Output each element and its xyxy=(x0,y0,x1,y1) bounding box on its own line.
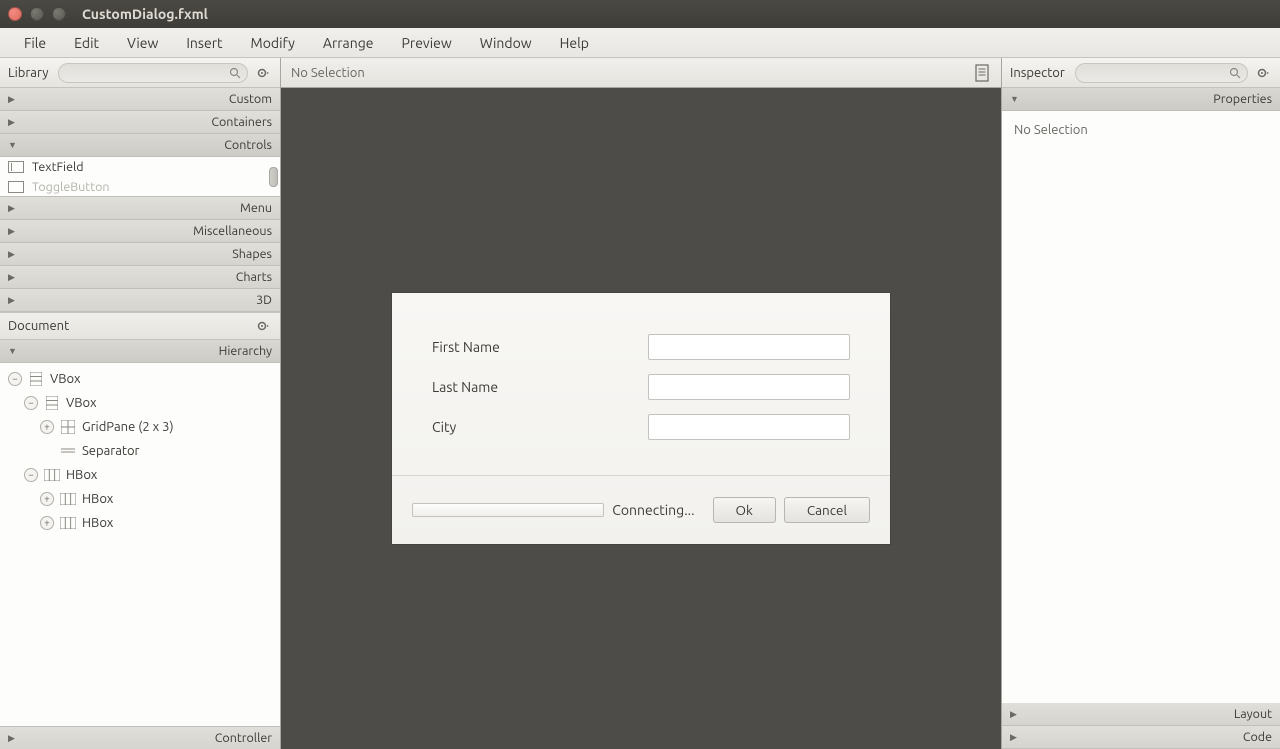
library-section-custom[interactable]: ▶Custom xyxy=(0,88,280,111)
tree-node-hbox-child2[interactable]: + HBox xyxy=(0,511,280,535)
last-name-field[interactable] xyxy=(648,374,850,400)
center-panel: No Selection First Name Last Name xyxy=(281,58,1001,749)
menu-arrange[interactable]: Arrange xyxy=(309,31,388,55)
menu-preview[interactable]: Preview xyxy=(388,31,466,55)
library-menu-button[interactable] xyxy=(254,64,272,82)
vbox-icon xyxy=(44,396,60,410)
hbox-icon xyxy=(60,492,76,506)
inspector-section-properties[interactable]: ▼Properties xyxy=(1002,88,1280,111)
progress-bar xyxy=(412,503,604,517)
expand-icon[interactable]: + xyxy=(40,492,54,506)
window-close-button[interactable] xyxy=(8,7,22,21)
inspector-body: No Selection xyxy=(1002,111,1280,703)
inspector-search-input[interactable] xyxy=(1075,63,1248,83)
library-section-charts[interactable]: ▶Charts xyxy=(0,266,280,289)
gear-icon xyxy=(1256,66,1270,80)
city-label: City xyxy=(432,419,648,435)
library-header: Library xyxy=(0,58,280,88)
collapse-icon[interactable]: − xyxy=(24,396,38,410)
document-menu-button[interactable] xyxy=(254,317,272,335)
first-name-label: First Name xyxy=(432,339,648,355)
canvas-header: No Selection xyxy=(281,58,1001,88)
right-panel: Inspector ▼Properties No Selection ▶Layo… xyxy=(1001,58,1280,749)
inspector-menu-button[interactable] xyxy=(1254,64,1272,82)
library-section-misc[interactable]: ▶Miscellaneous xyxy=(0,220,280,243)
document-header: Document xyxy=(0,312,280,340)
document-title: Document xyxy=(8,319,254,333)
tree-node-vbox-root[interactable]: − VBox xyxy=(0,367,280,391)
inspector-title: Inspector xyxy=(1010,66,1065,80)
left-panel: Library ▶Custom ▶Containers ▼Controls Te… xyxy=(0,58,281,749)
control-togglebutton[interactable]: ToggleButton xyxy=(0,177,280,197)
inspector-section-layout[interactable]: ▶Layout xyxy=(1002,703,1280,726)
library-section-shapes[interactable]: ▶Shapes xyxy=(0,243,280,266)
document-section-controller[interactable]: ▶Controller xyxy=(0,726,280,749)
collapse-icon[interactable]: − xyxy=(8,372,22,386)
library-section-3d[interactable]: ▶3D xyxy=(0,289,280,312)
window-titlebar: CustomDialog.fxml xyxy=(0,0,1280,28)
menu-help[interactable]: Help xyxy=(546,31,603,55)
menu-view[interactable]: View xyxy=(113,31,172,55)
gear-icon xyxy=(256,319,270,333)
window-title: CustomDialog.fxml xyxy=(82,6,208,22)
separator-icon xyxy=(60,444,76,458)
library-section-controls[interactable]: ▼Controls xyxy=(0,134,280,157)
tree-node-gridpane[interactable]: + GridPane (2 x 3) xyxy=(0,415,280,439)
inspector-section-code[interactable]: ▶Code xyxy=(1002,726,1280,749)
window-minimize-button[interactable] xyxy=(30,7,44,21)
control-textfield[interactable]: TextField xyxy=(0,157,280,177)
window-maximize-button[interactable] xyxy=(52,7,66,21)
inspector-header: Inspector xyxy=(1002,58,1280,88)
selection-path: No Selection xyxy=(291,66,973,80)
menu-window[interactable]: Window xyxy=(466,31,546,55)
menu-insert[interactable]: Insert xyxy=(172,31,236,55)
library-section-containers[interactable]: ▶Containers xyxy=(0,111,280,134)
collapse-icon[interactable]: − xyxy=(24,468,38,482)
search-icon xyxy=(1229,67,1241,79)
gridpane-icon xyxy=(60,420,76,434)
tree-node-separator[interactable]: Separator xyxy=(0,439,280,463)
first-name-field[interactable] xyxy=(648,334,850,360)
hbox-icon xyxy=(44,468,60,482)
document-section-hierarchy[interactable]: ▼Hierarchy xyxy=(0,340,280,363)
tree-node-hbox-child1[interactable]: + HBox xyxy=(0,487,280,511)
expand-icon[interactable]: + xyxy=(40,516,54,530)
library-section-menu[interactable]: ▶Menu xyxy=(0,197,280,220)
textfield-icon xyxy=(8,161,24,173)
city-field[interactable] xyxy=(648,414,850,440)
scrollbar-thumb[interactable] xyxy=(269,167,278,187)
library-search-input[interactable] xyxy=(58,63,248,83)
controls-list: TextField ToggleButton xyxy=(0,157,280,197)
status-label: Connecting... xyxy=(612,502,694,518)
css-document-icon[interactable] xyxy=(973,64,991,82)
design-canvas[interactable]: First Name Last Name City Connecti xyxy=(281,88,1001,749)
inspector-no-selection: No Selection xyxy=(1014,123,1088,137)
hierarchy-tree: − VBox − VBox + GridPane (2 x 3) Separat… xyxy=(0,363,280,726)
togglebutton-icon xyxy=(8,181,24,193)
expand-icon[interactable]: + xyxy=(40,420,54,434)
menu-file[interactable]: File xyxy=(10,31,60,55)
library-title: Library xyxy=(8,66,48,80)
cancel-button[interactable]: Cancel xyxy=(784,497,870,523)
hbox-icon xyxy=(60,516,76,530)
dialog-preview: First Name Last Name City Connecti xyxy=(392,293,890,544)
ok-button[interactable]: Ok xyxy=(713,497,776,523)
search-icon xyxy=(229,67,241,79)
gear-icon xyxy=(256,66,270,80)
menubar: File Edit View Insert Modify Arrange Pre… xyxy=(0,28,1280,58)
tree-node-hbox[interactable]: − HBox xyxy=(0,463,280,487)
vbox-icon xyxy=(28,372,44,386)
menu-modify[interactable]: Modify xyxy=(237,31,309,55)
last-name-label: Last Name xyxy=(432,379,648,395)
menu-edit[interactable]: Edit xyxy=(60,31,113,55)
tree-node-vbox[interactable]: − VBox xyxy=(0,391,280,415)
